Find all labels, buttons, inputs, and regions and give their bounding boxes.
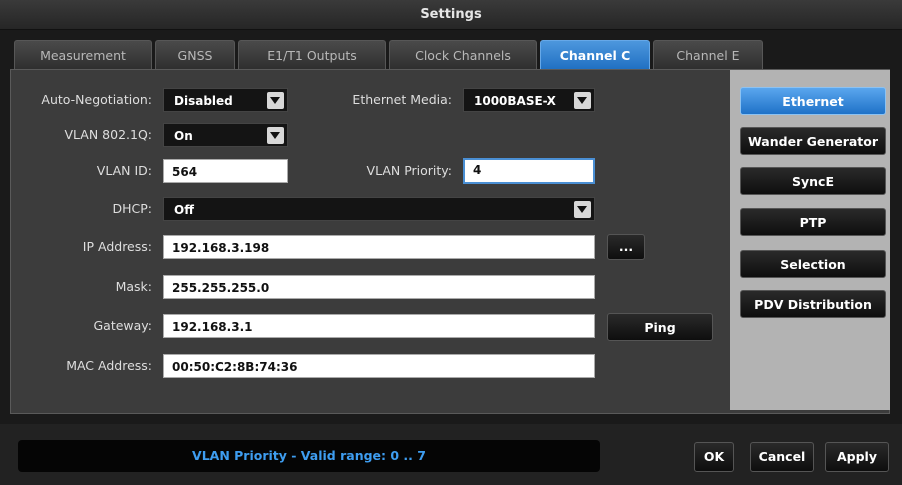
chevron-down-icon[interactable] [574,92,591,109]
gateway-input[interactable]: 192.168.3.1 [163,314,595,338]
auto-negotiation-value: Disabled [174,94,233,108]
dhcp-label: DHCP: [112,201,152,216]
tab-e1-t1-outputs[interactable]: E1/T1 Outputs [238,40,386,70]
vlan-id-label: VLAN ID: [96,163,152,178]
tab-measurement[interactable]: Measurement [14,40,152,70]
tab-channel-c[interactable]: Channel C [540,40,650,70]
dhcp-value: Off [174,203,194,217]
side-item-pdv-distribution[interactable]: PDV Distribution [740,290,886,318]
chevron-down-icon[interactable] [267,127,284,144]
side-item-ptp[interactable]: PTP [740,208,886,236]
dhcp-select[interactable]: Off [163,197,595,221]
chevron-down-icon[interactable] [574,201,591,218]
apply-button[interactable]: Apply [825,442,889,472]
vlan-priority-input[interactable]: 4 [463,158,595,184]
auto-negotiation-select[interactable]: Disabled [163,88,288,112]
mask-label: Mask: [115,279,152,294]
ping-button[interactable]: Ping [607,313,713,341]
side-item-synce[interactable]: SyncE [740,167,886,195]
tab-gnss[interactable]: GNSS [155,40,235,70]
ip-address-label: IP Address: [82,239,152,254]
vlan-8021q-select[interactable]: On [163,123,288,147]
mask-input[interactable]: 255.255.255.0 [163,275,595,299]
vlan-id-input[interactable]: 564 [163,159,288,183]
tab-channel-e[interactable]: Channel E [653,40,763,70]
side-item-wander-generator[interactable]: Wander Generator [740,127,886,155]
ethernet-media-select[interactable]: 1000BASE-X [463,88,595,112]
vlan-8021q-label: VLAN 802.1Q: [64,127,152,142]
tab-clock-channels[interactable]: Clock Channels [389,40,537,70]
mac-address-input[interactable]: 00:50:C2:8B:74:36 [163,354,595,378]
ok-button[interactable]: OK [694,442,734,472]
side-item-ethernet[interactable]: Ethernet [740,87,886,115]
ethernet-media-value: 1000BASE-X [474,94,556,108]
ip-address-input[interactable]: 192.168.3.198 [163,235,595,259]
chevron-down-icon[interactable] [267,92,284,109]
side-menu [730,70,890,410]
cancel-button[interactable]: Cancel [750,442,814,472]
mac-address-label: MAC Address: [66,358,152,373]
window-title: Settings [0,0,902,30]
side-item-selection[interactable]: Selection [740,250,886,278]
ip-address-more-button[interactable]: ... [607,234,645,260]
gateway-label: Gateway: [93,318,152,333]
auto-negotiation-label: Auto-Negotiation: [41,92,152,107]
vlan-8021q-value: On [174,129,193,143]
vlan-priority-label: VLAN Priority: [366,163,452,178]
status-message: VLAN Priority - Valid range: 0 .. 7 [18,440,600,472]
ethernet-media-label: Ethernet Media: [352,92,452,107]
